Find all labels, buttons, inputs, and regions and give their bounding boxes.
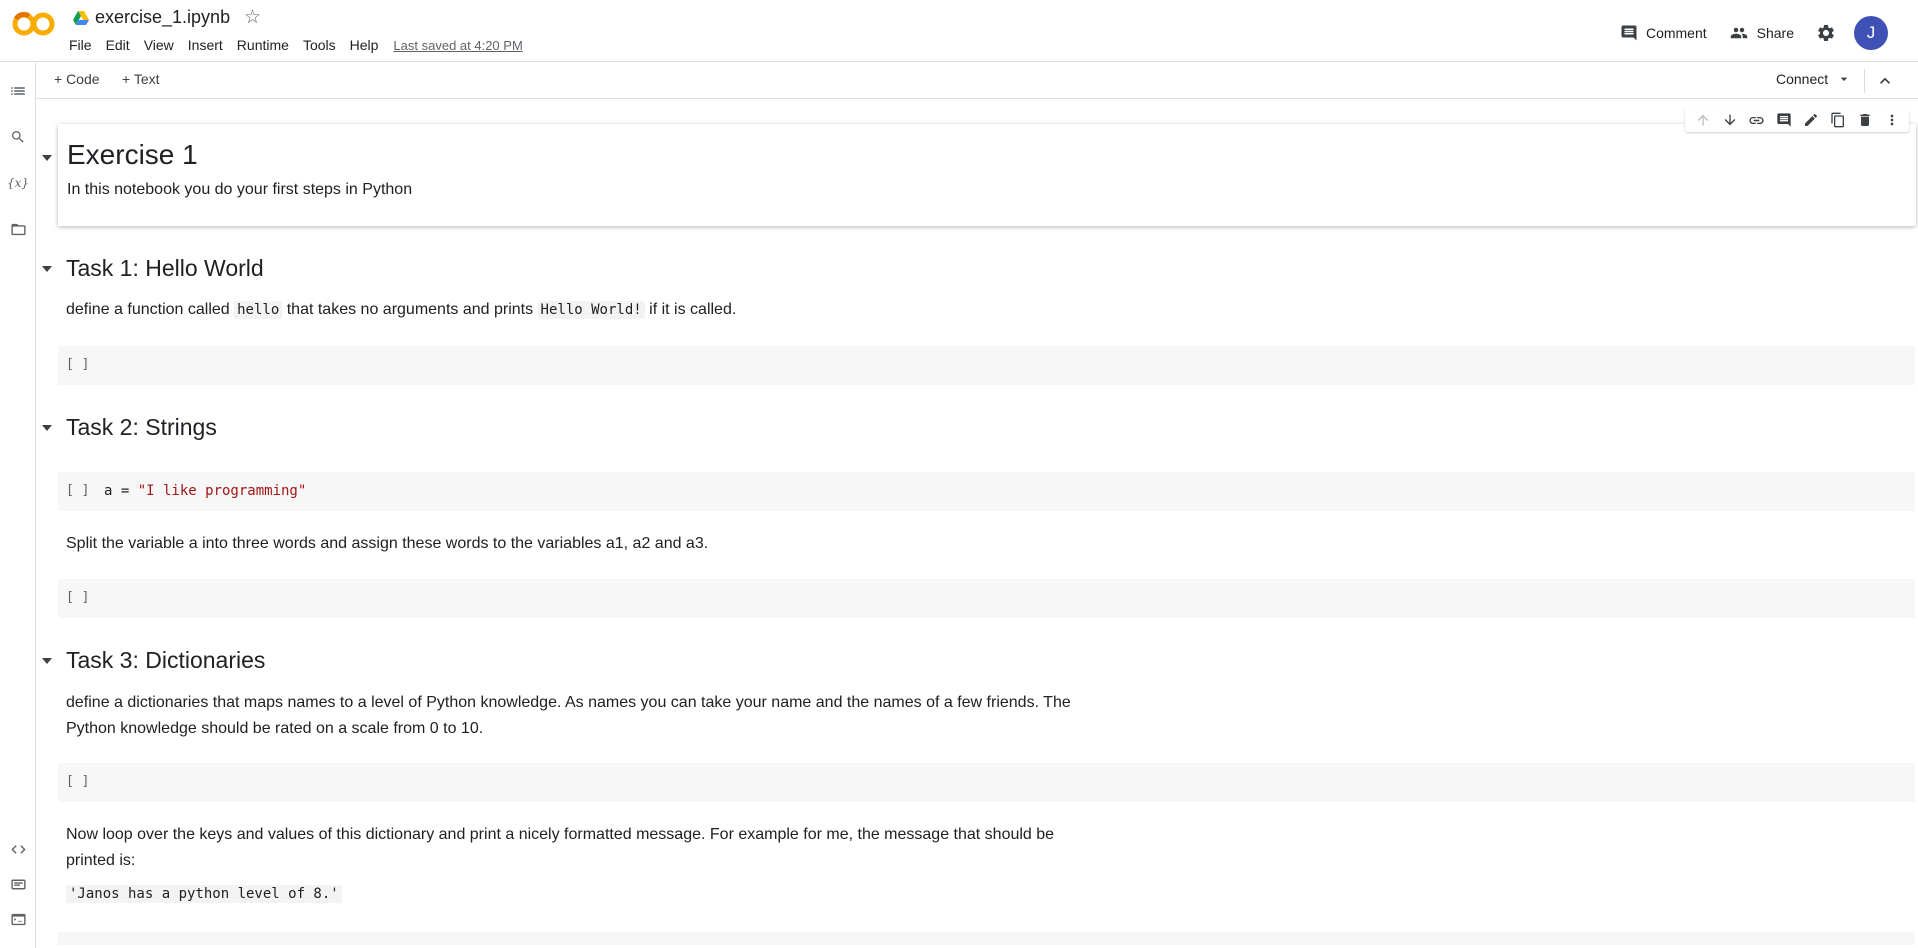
- avatar[interactable]: J: [1854, 16, 1888, 50]
- header-actions: Comment Share J: [1620, 16, 1888, 50]
- text-line: printed is:: [66, 852, 136, 869]
- collapse-header-button[interactable]: [1875, 71, 1895, 96]
- text: if it is called.: [644, 301, 737, 318]
- task3-loop-description: Now loop over the keys and values of thi…: [66, 822, 1054, 874]
- colab-logo[interactable]: [12, 10, 56, 38]
- task1-heading: Task 1: Hello World: [66, 255, 264, 281]
- gear-icon: [1818, 24, 1834, 41]
- chevron-up-icon: [1880, 77, 1890, 84]
- task3-description: define a dictionaries that maps names to…: [66, 690, 1071, 742]
- menu-file[interactable]: File: [62, 37, 99, 53]
- variables-icon[interactable]: {x}: [7, 173, 29, 193]
- move-down-icon[interactable]: [1716, 108, 1743, 132]
- exercise-description: In this notebook you do your first steps…: [67, 181, 413, 198]
- inline-code: 'Janos has a python level of 8.': [66, 885, 342, 903]
- cell-toolbar: [1685, 108, 1909, 132]
- terminal-icon[interactable]: [8, 909, 28, 929]
- notebook-toolbar: + Code + Text Connect: [37, 63, 1918, 99]
- comment-icon: [1621, 25, 1637, 41]
- inline-code: hello: [234, 301, 283, 319]
- collapse-section-toggle[interactable]: [42, 658, 52, 664]
- code-cell[interactable]: [ ]: [58, 579, 1915, 618]
- task2-description: Split the variable a into three words an…: [66, 535, 709, 552]
- edit-icon[interactable]: [1797, 108, 1824, 132]
- task2-heading: Task 2: Strings: [66, 414, 217, 440]
- run-cell-button[interactable]: [ ]: [66, 357, 89, 372]
- comment-icon[interactable]: [1770, 108, 1797, 132]
- text-cell-selected[interactable]: Exercise 1 In this notebook you do your …: [58, 124, 1916, 226]
- menu-bar: File Edit View Insert Runtime Tools Help…: [62, 37, 523, 53]
- run-cell-button[interactable]: [ ]: [66, 590, 89, 605]
- toolbar-divider: [1864, 69, 1865, 93]
- exercise-title: Exercise 1: [67, 139, 198, 170]
- add-code-button[interactable]: + Code: [54, 71, 100, 87]
- add-text-button[interactable]: + Text: [122, 71, 160, 87]
- menu-insert[interactable]: Insert: [181, 37, 230, 53]
- delete-icon[interactable]: [1851, 108, 1878, 132]
- code-token: a =: [104, 483, 138, 499]
- search-icon[interactable]: [8, 127, 28, 147]
- left-rail: {x}: [0, 63, 36, 948]
- move-up-icon[interactable]: [1689, 108, 1716, 132]
- command-palette-icon[interactable]: [8, 874, 28, 894]
- collapse-section-toggle[interactable]: [42, 155, 52, 161]
- code-cell[interactable]: [ ]: [58, 346, 1915, 385]
- run-cell-button[interactable]: [ ]: [66, 774, 89, 789]
- menu-edit[interactable]: Edit: [99, 37, 137, 53]
- text: define a function called: [66, 301, 235, 318]
- connect-label: Connect: [1776, 71, 1829, 87]
- collapse-section-toggle[interactable]: [42, 425, 52, 431]
- share-button[interactable]: Share: [1729, 24, 1794, 42]
- comment-label: Comment: [1645, 25, 1707, 41]
- code-cell[interactable]: [ ]: [58, 763, 1915, 802]
- menu-tools[interactable]: Tools: [296, 37, 343, 53]
- connect-button[interactable]: Connect: [1776, 71, 1854, 87]
- code-cell[interactable]: [ ] a = "I like programming": [58, 472, 1915, 511]
- text-line: Now loop over the keys and values of thi…: [66, 826, 1055, 843]
- code-editor[interactable]: a = "I like programming": [104, 483, 306, 499]
- people-icon: [1730, 27, 1747, 39]
- text: that takes no arguments and prints: [282, 301, 538, 318]
- text-line: define a dictionaries that maps names to…: [66, 694, 1071, 711]
- mirror-cell-icon[interactable]: [1824, 108, 1851, 132]
- menu-view[interactable]: View: [137, 37, 181, 53]
- drive-icon[interactable]: [73, 11, 89, 25]
- code-cell[interactable]: [58, 932, 1915, 945]
- notebook-title[interactable]: exercise_1.ipynb: [95, 7, 230, 28]
- last-saved-link[interactable]: Last saved at 4:20 PM: [393, 38, 522, 53]
- run-cell-button[interactable]: [ ]: [66, 483, 89, 498]
- folder-icon[interactable]: [8, 219, 28, 239]
- table-of-contents-icon[interactable]: [8, 81, 28, 101]
- star-icon[interactable]: ☆: [244, 6, 261, 29]
- link-icon[interactable]: [1743, 108, 1770, 132]
- text-line: Python knowledge should be rated on a sc…: [66, 720, 484, 737]
- inline-code: Hello World!: [537, 301, 645, 319]
- more-icon[interactable]: [1878, 108, 1905, 132]
- notebook-area: Exercise 1 In this notebook you do your …: [37, 100, 1918, 945]
- menu-help[interactable]: Help: [343, 37, 386, 53]
- header: exercise_1.ipynb ☆ File Edit View Insert…: [0, 0, 1918, 62]
- task3-heading: Task 3: Dictionaries: [66, 647, 266, 673]
- comment-button[interactable]: Comment: [1620, 24, 1707, 42]
- code-snippets-icon[interactable]: [8, 839, 28, 859]
- example-output: 'Janos has a python level of 8.': [66, 885, 342, 903]
- task1-description: define a function called hello that take…: [66, 297, 736, 323]
- collapse-section-toggle[interactable]: [42, 266, 52, 272]
- menu-runtime[interactable]: Runtime: [230, 37, 296, 53]
- chevron-down-icon[interactable]: [1834, 71, 1854, 87]
- settings-button[interactable]: [1816, 23, 1836, 43]
- code-string-token: "I like programming": [137, 483, 307, 499]
- share-label: Share: [1756, 25, 1794, 41]
